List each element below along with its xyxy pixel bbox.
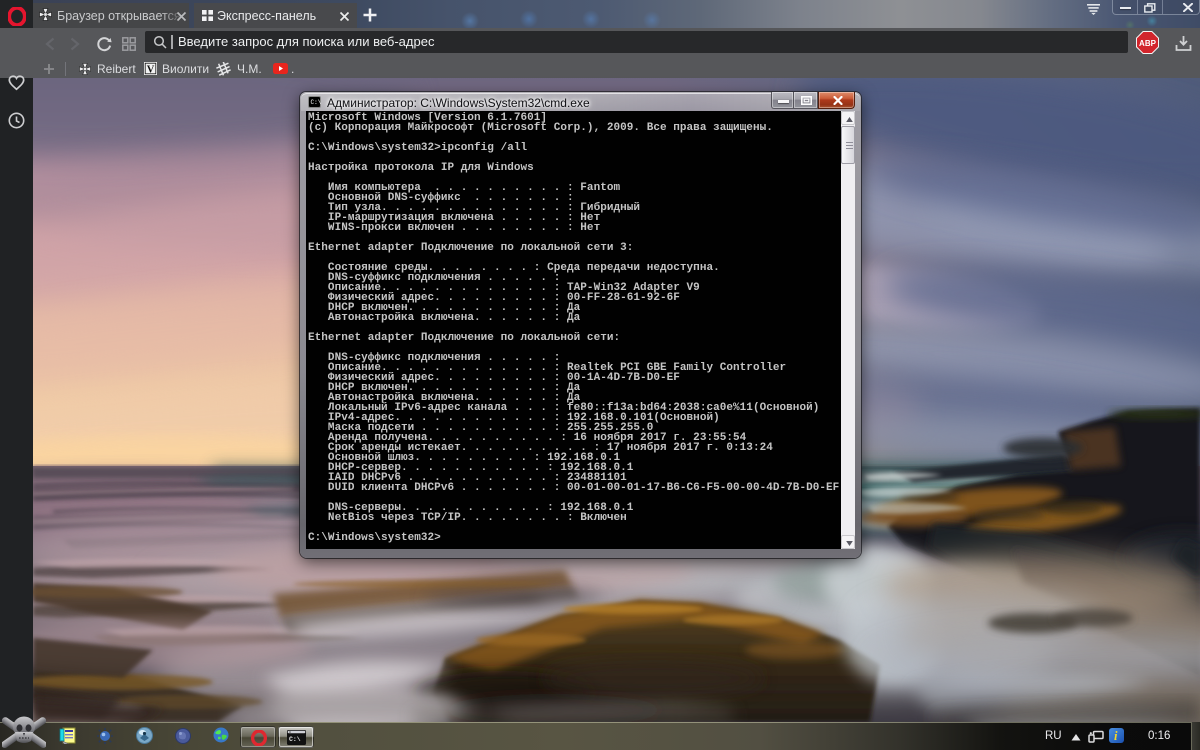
svg-text:V: V (147, 64, 155, 75)
svg-text:C:\: C:\ (289, 736, 301, 743)
svg-text:ABP: ABP (1139, 39, 1157, 48)
